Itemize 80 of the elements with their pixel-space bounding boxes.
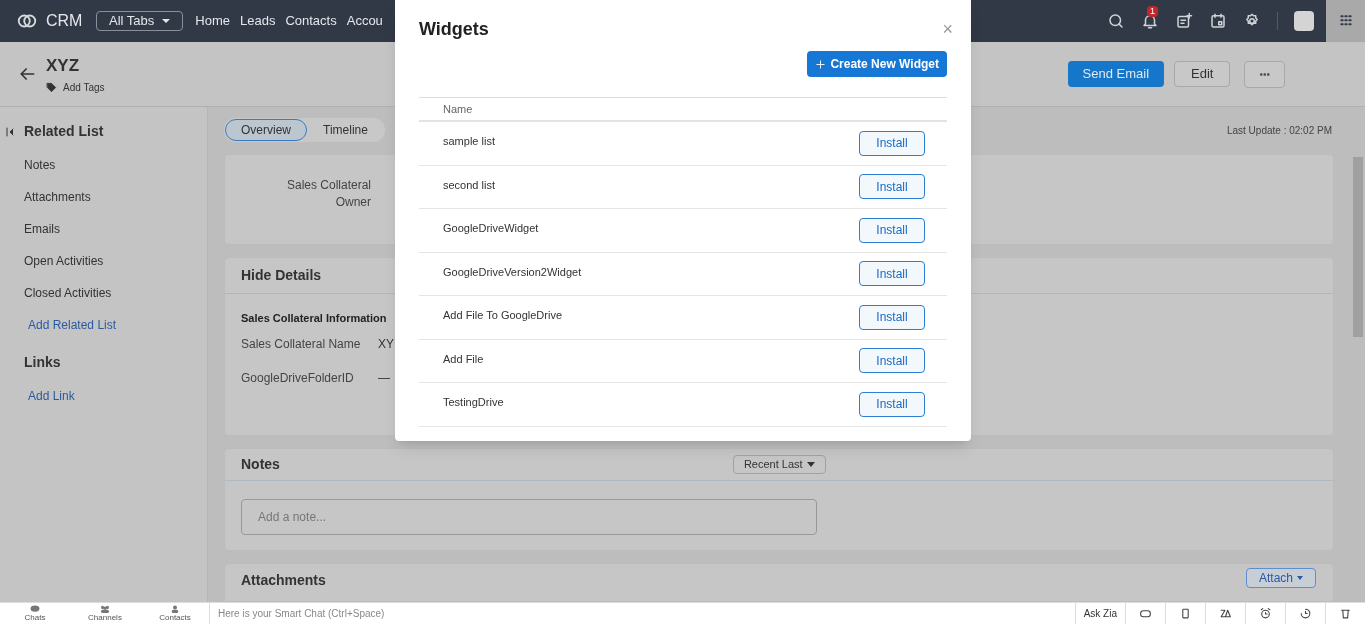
plus-icon bbox=[815, 58, 827, 70]
sidebar-link[interactable]: Add Link bbox=[28, 387, 207, 405]
calendar-icon[interactable] bbox=[1209, 12, 1227, 30]
widget-name: Add File bbox=[443, 351, 484, 367]
notification-badge: 1 bbox=[1147, 6, 1158, 17]
section-title: Sales Collateral Information bbox=[241, 310, 387, 326]
sidebar-item[interactable]: Notes bbox=[24, 156, 207, 174]
nav-tab[interactable]: Accou bbox=[346, 11, 383, 31]
install-button[interactable]: Install bbox=[859, 217, 925, 243]
search-icon[interactable] bbox=[1107, 12, 1125, 30]
sidebar-heading: Related List bbox=[24, 122, 104, 141]
collapse-icon bbox=[4, 125, 16, 138]
field-label: GoogleDriveFolderID bbox=[241, 370, 355, 388]
install-button[interactable]: Install bbox=[859, 304, 925, 330]
chat-bubble-icon bbox=[30, 605, 40, 613]
sidebar-item[interactable]: Open Activities bbox=[24, 252, 207, 270]
nav-tab[interactable]: Leads bbox=[240, 11, 276, 31]
sidebar-heading: Links bbox=[24, 353, 61, 372]
field-label: Sales Collateral Name bbox=[241, 336, 362, 354]
person-icon bbox=[170, 605, 180, 613]
add-tags-link[interactable]: Add Tags bbox=[63, 80, 105, 96]
view-tab[interactable]: Timeline bbox=[307, 119, 384, 141]
caret-icon bbox=[162, 19, 171, 23]
sidebar-item[interactable]: Closed Activities bbox=[24, 284, 207, 302]
install-button[interactable]: Install bbox=[859, 391, 925, 417]
record-title: XYZ bbox=[46, 54, 81, 77]
install-button[interactable]: Install bbox=[859, 174, 925, 200]
all-tabs-dropdown[interactable]: All Tabs bbox=[96, 11, 184, 31]
sort-dropdown[interactable]: Recent Last bbox=[732, 455, 826, 475]
chat-bar-label: Contacts bbox=[159, 613, 191, 622]
attach-button[interactable]: Attach bbox=[1245, 567, 1316, 588]
create-widget-button[interactable]: Create New Widget bbox=[807, 51, 947, 77]
card-title: Hide Details bbox=[241, 265, 322, 285]
history-icon[interactable] bbox=[1299, 607, 1312, 620]
trash-icon[interactable] bbox=[1339, 607, 1352, 620]
install-button[interactable]: Install bbox=[859, 130, 925, 156]
brand-name: CRM bbox=[46, 11, 83, 31]
nav-tab[interactable]: Home bbox=[195, 11, 230, 31]
add-note-icon[interactable] bbox=[1175, 12, 1193, 30]
column-header: Name bbox=[443, 101, 473, 117]
widget-name: TestingDrive bbox=[443, 395, 504, 410]
field-value: XY bbox=[378, 336, 394, 354]
smart-chat-field[interactable]: Here is your Smart Chat (Ctrl+Space) bbox=[218, 606, 385, 621]
last-update-text: Last Update : 02:02 PM bbox=[1226, 123, 1333, 138]
widget-name: GoogleDriveWidget bbox=[443, 221, 539, 236]
widget-name: second list bbox=[443, 177, 495, 193]
card-title: Attachments bbox=[241, 570, 326, 590]
view-tab[interactable]: Overview bbox=[225, 119, 307, 141]
alarm-clock-icon[interactable] bbox=[1259, 607, 1272, 620]
caret-icon bbox=[806, 462, 815, 468]
avatar[interactable] bbox=[1294, 11, 1314, 31]
card-title: Notes bbox=[241, 455, 280, 475]
caret-icon bbox=[1297, 575, 1303, 580]
send-email-button[interactable]: Send Email bbox=[1067, 60, 1165, 87]
install-button[interactable]: Install bbox=[859, 348, 925, 374]
edit-button[interactable]: Edit bbox=[1174, 60, 1231, 87]
field-label: Sales Collateral Owner bbox=[285, 177, 371, 211]
sidebar-link[interactable]: Add Related List bbox=[28, 316, 207, 334]
widget-name: sample list bbox=[443, 134, 495, 149]
field-value: — bbox=[378, 370, 390, 388]
sidebar-item[interactable]: Emails bbox=[24, 220, 207, 238]
zia-icon[interactable] bbox=[1219, 607, 1232, 620]
chat-bar-label: Channels bbox=[88, 613, 122, 622]
chat-bar-label: Chats bbox=[24, 613, 46, 622]
chat-bar-tab[interactable]: Chats bbox=[0, 605, 70, 622]
apps-button[interactable] bbox=[1326, 0, 1365, 42]
chat-bar-tab[interactable]: Contacts bbox=[140, 605, 210, 622]
tag-icon bbox=[46, 82, 57, 94]
widget-name: Add File To GoogleDrive bbox=[443, 308, 563, 323]
chat-bar-tab[interactable]: Channels bbox=[70, 605, 140, 622]
install-button[interactable]: Install bbox=[859, 261, 925, 287]
widget-name: GoogleDriveVersion2Widget bbox=[443, 264, 582, 280]
people-icon bbox=[100, 605, 110, 613]
dialog-title: Widgets bbox=[419, 18, 489, 41]
sidebar-item[interactable]: Attachments bbox=[24, 188, 207, 206]
note-input[interactable]: Add a note... bbox=[241, 499, 817, 536]
phone-icon[interactable] bbox=[1179, 607, 1192, 620]
nav-tab[interactable]: Contacts bbox=[285, 11, 337, 31]
more-button[interactable]: ••• bbox=[1244, 60, 1285, 88]
ask-zia-button[interactable]: Ask Zia bbox=[1074, 603, 1125, 624]
